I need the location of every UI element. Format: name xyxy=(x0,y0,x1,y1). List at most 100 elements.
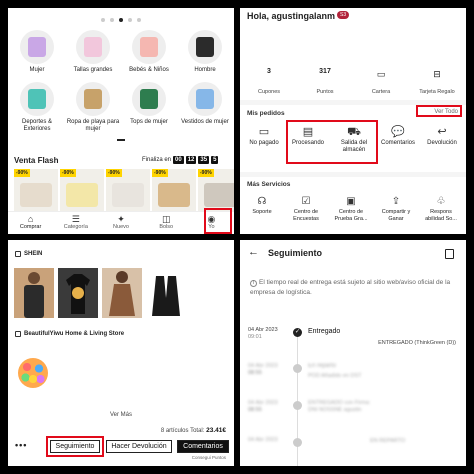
page-title: Seguimiento xyxy=(268,248,323,258)
order-no-pagado[interactable]: ▭ No pagado xyxy=(242,126,286,147)
carousel-dot xyxy=(119,18,123,22)
category-tallas-grandes[interactable]: Tallas grandes xyxy=(65,30,121,74)
comments-button[interactable]: Comentarios xyxy=(177,440,229,453)
store-header[interactable]: BeautifulYiwu Home & Living Store xyxy=(15,331,124,337)
tab-bolso[interactable]: ◫ Bolso xyxy=(144,212,189,234)
flash-sale-timer: Finaliza en 00 12 35 5 xyxy=(142,156,219,164)
trial-icon: ▣ xyxy=(346,196,356,207)
timer-label: Finaliza en xyxy=(142,157,172,163)
back-arrow-icon[interactable]: ← xyxy=(248,246,259,258)
timer-seconds: 35 xyxy=(198,156,210,164)
stat-puntos[interactable]: 317 Puntos xyxy=(297,68,353,98)
bag-icon[interactable] xyxy=(445,249,454,259)
tab-categoria[interactable]: ☰ Categoría xyxy=(53,212,98,234)
person-figure-icon xyxy=(24,272,44,318)
event-date: 04 Abr 2023 08:55 xyxy=(248,363,278,377)
info-icon: i xyxy=(250,280,257,287)
wallet-icon: ▭ xyxy=(376,69,386,79)
date-text: 04 Abr 2023 xyxy=(248,400,278,406)
store-header[interactable]: SHEIN xyxy=(15,251,42,257)
gift-card-icon: ⊟ xyxy=(433,69,441,79)
notice-text: El tiempo real de entrega está sujeto al… xyxy=(250,279,451,296)
category-ropa-playa[interactable]: Ropa de playa para mujer xyxy=(65,82,121,133)
product-thumbnail[interactable] xyxy=(18,358,48,388)
tab-nuevo[interactable]: ✦ Nuevo xyxy=(98,212,143,234)
delivery-notice: i El tiempo real de entrega está sujeto a… xyxy=(250,278,458,298)
category-label: Deportes & Exteriores xyxy=(21,119,52,132)
discount-tag: -90% xyxy=(106,169,122,177)
stat-tarjeta-regalo[interactable]: ⊟ Tarjeta Regalo xyxy=(409,68,465,98)
stat-value: 3 xyxy=(267,68,271,75)
tab-comprar[interactable]: ⌂ Comprar xyxy=(8,212,53,234)
product-thumbnail[interactable] xyxy=(146,268,186,318)
total-amount: 23.41€ xyxy=(206,427,226,434)
category-mujer[interactable]: Mujer xyxy=(9,30,65,74)
tshirt-icon xyxy=(66,274,90,314)
wallet-icon: ▭ xyxy=(258,126,270,138)
flash-sale-title[interactable]: Venta Flash xyxy=(14,156,58,165)
service-encuestas[interactable]: ☑ Centro de Encuestas xyxy=(288,196,324,222)
order-devolucion[interactable]: ↩ Devolución xyxy=(420,126,464,147)
product-image xyxy=(204,183,234,207)
comment-icon: 💬 xyxy=(391,126,405,138)
discount-tag: -90% xyxy=(152,169,168,177)
time-text: 08:55 xyxy=(248,370,262,376)
tab-label: Comprar xyxy=(19,224,42,230)
profile-panel: Hola, agustingalanm S3 3 Cupones 317 Punto… xyxy=(240,8,466,234)
service-label: Compartir y Ganar xyxy=(381,209,411,222)
category-image xyxy=(20,82,54,116)
category-deportes[interactable]: Deportes & Exteriores xyxy=(9,82,65,133)
category-label: Hombre xyxy=(194,67,216,73)
service-soporte[interactable]: ☊ Soporte xyxy=(244,196,280,216)
store-icon xyxy=(15,331,21,337)
flash-product[interactable]: -90% xyxy=(60,169,104,211)
order-comentarios[interactable]: 💬 Comentarios xyxy=(376,126,420,147)
bag-icon: ◫ xyxy=(161,214,171,224)
timer-tenths: 5 xyxy=(211,156,219,164)
product-thumbnail[interactable] xyxy=(58,268,98,318)
order-detail-panel: SHEIN BeautifulYiwu Home & Living Store … xyxy=(8,240,234,466)
store-name: BeautifulYiwu Home & Living Store xyxy=(24,331,125,337)
order-label: No pagado xyxy=(249,140,279,146)
service-label: Centro de Prueba Gra... xyxy=(334,209,368,222)
order-summary: 8 artículos Total: 23.41€ xyxy=(161,427,226,434)
service-compartir[interactable]: ⇪ Compartir y Ganar xyxy=(378,196,414,222)
flash-product[interactable]: -90% xyxy=(14,169,58,211)
flash-product[interactable]: -90% xyxy=(106,169,150,211)
service-responsabilidad[interactable]: ♧ Respons abilidad So... xyxy=(423,196,459,222)
product-image xyxy=(112,183,144,207)
highlight-box xyxy=(416,105,462,117)
blazer-icon xyxy=(152,276,180,316)
membership-badge[interactable]: S3 xyxy=(337,11,350,19)
share-icon: ⇪ xyxy=(391,196,401,207)
timer-hours: 00 xyxy=(173,156,184,164)
stat-label: Puntos xyxy=(316,89,334,95)
carousel-dots xyxy=(8,18,234,22)
scroll-indicator xyxy=(117,139,125,141)
category-hombre[interactable]: Hombre xyxy=(177,30,233,74)
stat-value: 317 xyxy=(319,68,331,75)
category-image xyxy=(188,82,222,116)
product-thumbnail[interactable] xyxy=(102,268,142,318)
service-prueba[interactable]: ▣ Centro de Prueba Gra... xyxy=(333,196,369,222)
flash-product[interactable]: -90% xyxy=(198,169,234,211)
product-thumbnail[interactable] xyxy=(14,268,54,318)
section-divider xyxy=(240,172,466,177)
stat-cartera[interactable]: ▭ Cartera xyxy=(353,68,409,98)
headset-icon: ☊ xyxy=(257,196,267,207)
shop-home-panel: Mujer Tallas grandes Bebés & Niños Hombr… xyxy=(8,8,234,234)
more-options-button[interactable]: ••• xyxy=(15,440,27,450)
category-vestidos[interactable]: Vestidos de mujer xyxy=(177,82,233,126)
category-image xyxy=(76,82,110,116)
event-status: Entregado xyxy=(308,328,341,335)
stat-cupones[interactable]: 3 Cupones xyxy=(241,68,297,98)
store-name: SHEIN xyxy=(24,251,43,257)
return-button[interactable]: Hacer Devolución xyxy=(106,440,172,453)
category-bebes-ninos[interactable]: Bebés & Niños xyxy=(121,30,177,74)
category-tops[interactable]: Tops de mujer xyxy=(121,82,177,126)
event-detail: ENTREGADO con Firma: DNI NOSSNE agustin xyxy=(308,400,371,413)
flash-product[interactable]: -90% xyxy=(152,169,196,211)
view-more-link[interactable]: Ver Más xyxy=(8,412,234,418)
event-detail: POD Añadido en DST xyxy=(308,373,362,379)
stat-label: Cartera xyxy=(371,89,391,95)
